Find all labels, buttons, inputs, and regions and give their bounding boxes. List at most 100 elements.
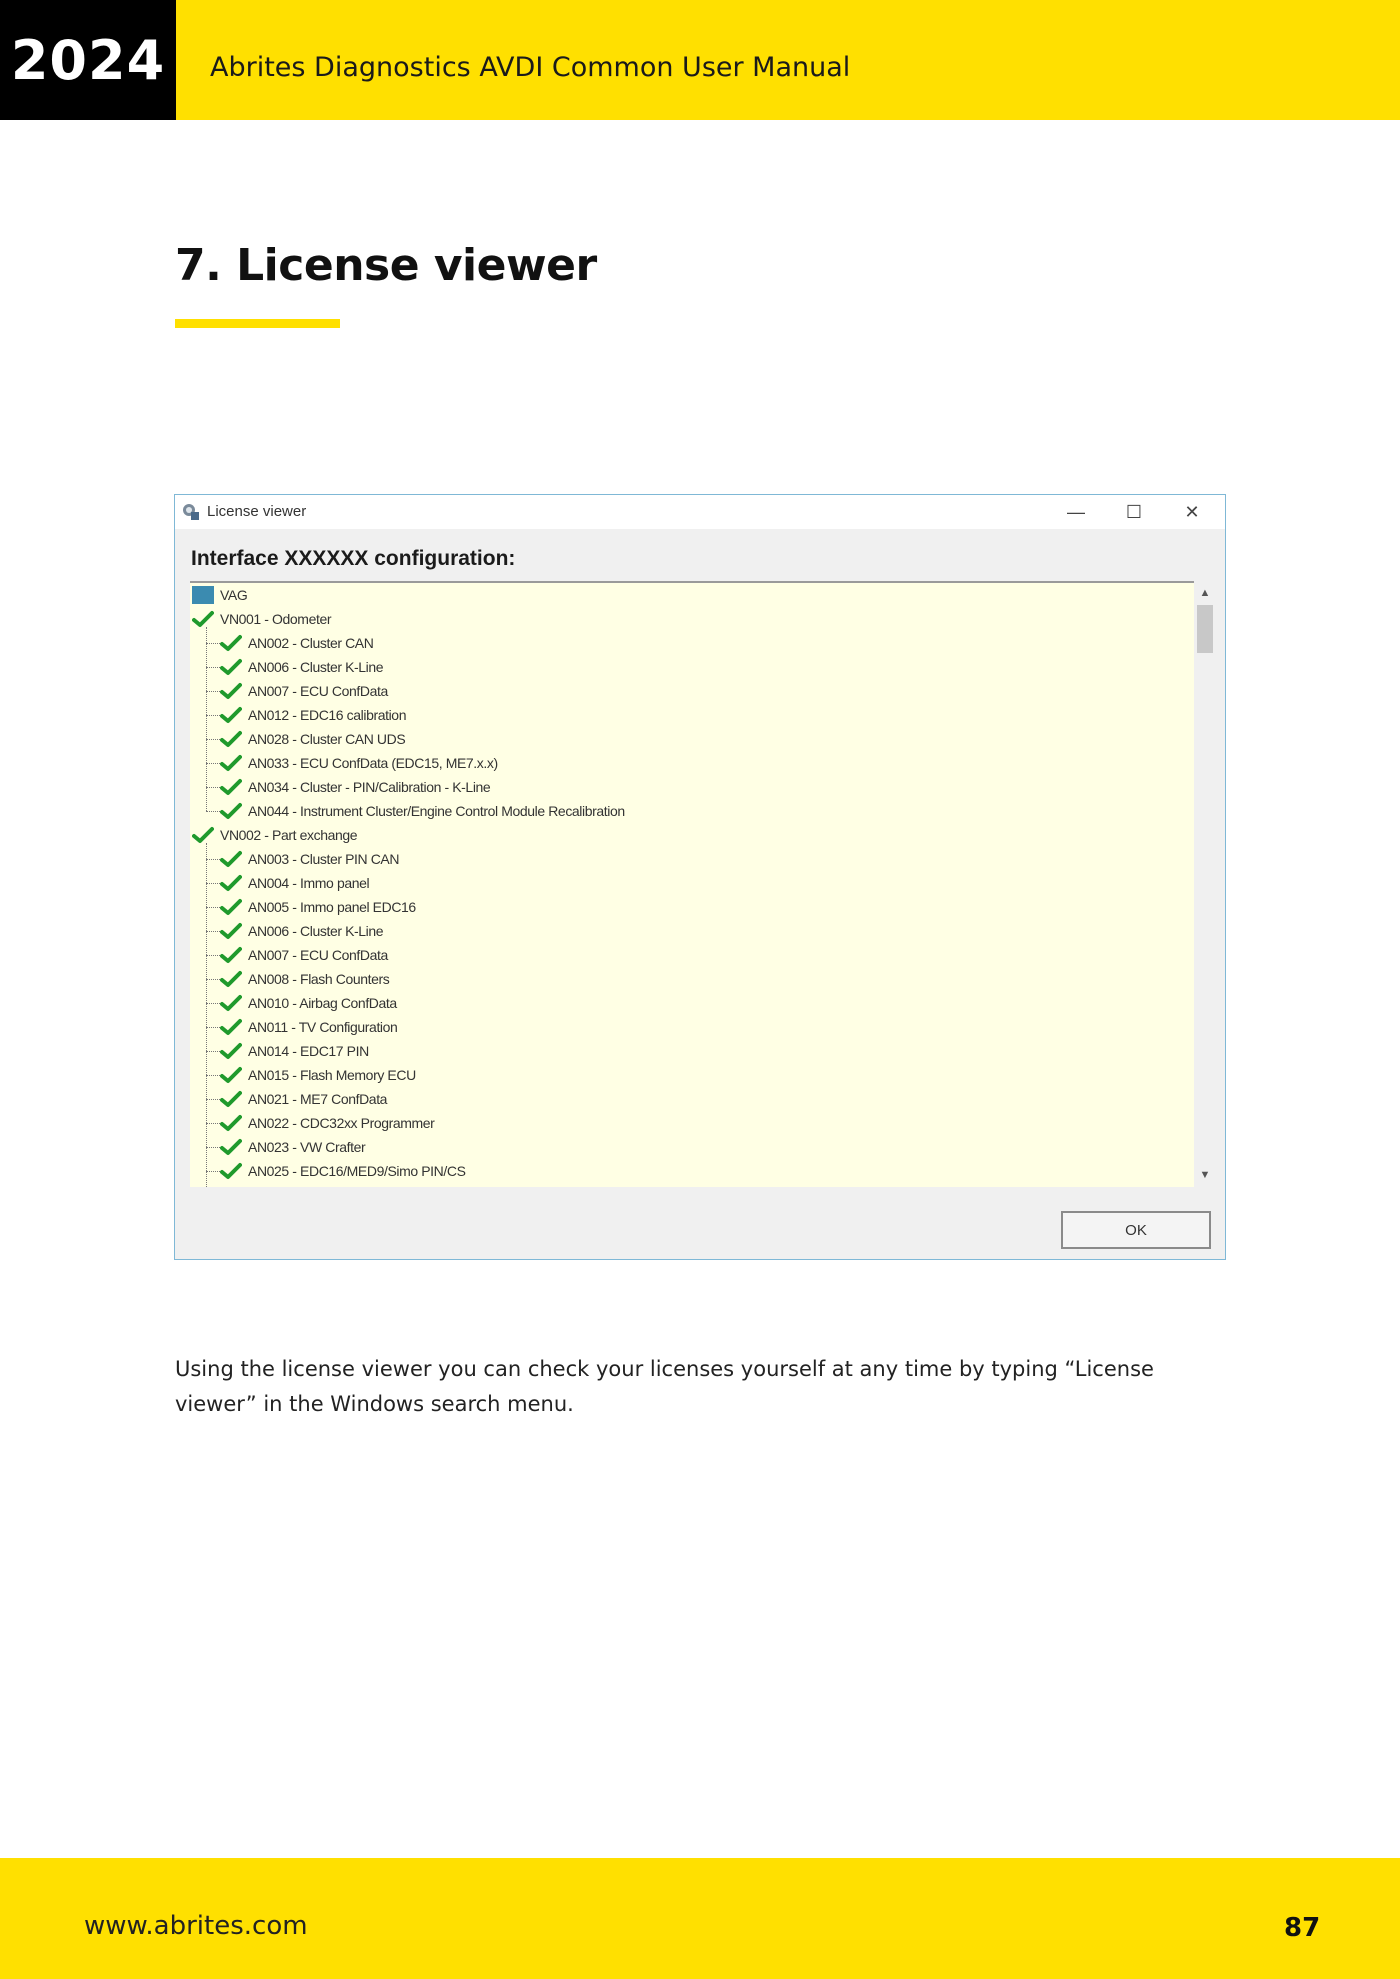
page-header: 2024 Abrites Diagnostics AVDI Common Use… bbox=[0, 0, 1400, 120]
tree-item[interactable]: AN006 - Cluster K-Line bbox=[220, 919, 384, 943]
tree-item[interactable]: AN008 - Flash Counters bbox=[220, 967, 390, 991]
check-icon bbox=[220, 850, 242, 868]
ok-button[interactable]: OK bbox=[1061, 1211, 1211, 1249]
tree-item[interactable]: AN003 - Cluster PIN CAN bbox=[220, 847, 399, 871]
tree-item[interactable]: AN012 - EDC16 calibration bbox=[220, 703, 406, 727]
tree-connector bbox=[206, 1147, 220, 1148]
license-viewer-window: License viewer — ☐ ✕ Interface XXXXXX co… bbox=[174, 494, 1226, 1260]
maximize-button[interactable]: ☐ bbox=[1105, 495, 1163, 529]
check-icon bbox=[220, 874, 242, 892]
tree-item[interactable]: AN011 - TV Configuration bbox=[220, 1015, 398, 1039]
tree-group-item[interactable]: VN002 - Part exchange bbox=[192, 823, 358, 847]
tree-item-label: VN002 - Part exchange bbox=[220, 827, 358, 843]
tree-connector bbox=[206, 1099, 220, 1100]
tree-group-item[interactable]: VN001 - Odometer bbox=[192, 607, 332, 631]
minimize-button[interactable]: — bbox=[1047, 495, 1105, 529]
tree-scrollbar[interactable]: ▲ ▼ bbox=[1194, 581, 1216, 1187]
tree-item[interactable]: AN044 - Instrument Cluster/Engine Contro… bbox=[220, 799, 625, 823]
tree-connector bbox=[206, 1123, 220, 1124]
tree-item-label: AN003 - Cluster PIN CAN bbox=[248, 851, 400, 867]
tree-connector bbox=[206, 1051, 220, 1052]
tree-item-label: AN028 - Cluster CAN UDS bbox=[248, 731, 406, 747]
license-tree[interactable]: VAG VN001 - Odometer AN002 - Cluster CAN AN… bbox=[190, 581, 1194, 1187]
tree-connector bbox=[206, 979, 220, 980]
check-icon bbox=[220, 682, 242, 700]
check-icon bbox=[220, 1114, 242, 1132]
tree-item[interactable]: AN021 - ME7 ConfData bbox=[220, 1087, 387, 1111]
tree-item-label: AN008 - Flash Counters bbox=[248, 971, 390, 987]
check-icon bbox=[220, 1138, 242, 1156]
close-button[interactable]: ✕ bbox=[1163, 495, 1221, 529]
tree-item-label: AN033 - ECU ConfData (EDC15, ME7.x.x) bbox=[248, 755, 498, 771]
check-icon bbox=[220, 754, 242, 772]
tree-item[interactable]: AN033 - ECU ConfData (EDC15, ME7.x.x) bbox=[220, 751, 498, 775]
tree-connector bbox=[206, 883, 220, 884]
tree-item[interactable]: AN007 - ECU ConfData bbox=[220, 679, 388, 703]
check-icon bbox=[220, 1186, 242, 1187]
tree-connector bbox=[206, 1003, 220, 1004]
document-title: Abrites Diagnostics AVDI Common User Man… bbox=[210, 52, 851, 83]
tree-item-label: AN007 - ECU ConfData bbox=[248, 947, 388, 963]
tree-item[interactable]: AN005 - Immo panel EDC16 bbox=[220, 895, 416, 919]
check-icon bbox=[220, 1018, 242, 1036]
check-icon bbox=[220, 1042, 242, 1060]
tree-item[interactable]: AN028 - Cluster CAN UDS bbox=[220, 727, 406, 751]
tree-item[interactable]: AN023 - VW Crafter bbox=[220, 1135, 366, 1159]
tree-item-label: AN004 - Immo panel bbox=[248, 875, 370, 891]
tree-item[interactable]: AN025 - EDC16/MED9/Simo PIN/CS bbox=[220, 1159, 466, 1183]
tree-connector bbox=[206, 907, 220, 908]
footer-url[interactable]: www.abrites.com bbox=[84, 1911, 308, 1941]
check-icon bbox=[220, 970, 242, 988]
tree-item[interactable]: AN004 - Immo panel bbox=[220, 871, 370, 895]
page-number: 87 bbox=[1284, 1913, 1321, 1943]
tree-connector bbox=[206, 843, 207, 1187]
tree-item[interactable]: AN022 - CDC32xx Programmer bbox=[220, 1111, 435, 1135]
check-icon bbox=[220, 706, 242, 724]
check-icon bbox=[220, 898, 242, 916]
tree-item-label: VN001 - Odometer bbox=[220, 611, 332, 627]
scroll-down-icon[interactable]: ▼ bbox=[1194, 1165, 1216, 1185]
tree-group-item[interactable]: VAG bbox=[192, 583, 248, 607]
tree-connector bbox=[206, 691, 220, 692]
tree-item[interactable]: AN029 - IMMO Data Immobilizer/ECU bbox=[220, 1183, 471, 1187]
check-icon bbox=[220, 1066, 242, 1084]
tree-item-label: AN022 - CDC32xx Programmer bbox=[248, 1115, 435, 1131]
license-viewer-app-icon bbox=[183, 504, 199, 520]
tree-item[interactable]: AN014 - EDC17 PIN bbox=[220, 1039, 369, 1063]
section-title: 7. License viewer bbox=[175, 240, 597, 291]
title-underline bbox=[175, 319, 340, 328]
tree-connector bbox=[206, 643, 220, 644]
check-icon bbox=[220, 946, 242, 964]
tree-connector bbox=[206, 955, 220, 956]
check-icon bbox=[220, 802, 242, 820]
tree-item-label: VAG bbox=[220, 587, 248, 603]
vag-icon bbox=[192, 586, 214, 604]
tree-connector bbox=[206, 1171, 220, 1172]
check-icon bbox=[220, 658, 242, 676]
tree-item-label: AN014 - EDC17 PIN bbox=[248, 1043, 369, 1059]
configuration-label: Interface XXXXXX configuration: bbox=[191, 547, 516, 570]
tree-item-label: AN006 - Cluster K-Line bbox=[248, 923, 384, 939]
check-icon bbox=[220, 634, 242, 652]
window-title: License viewer bbox=[207, 503, 307, 520]
tree-connector bbox=[206, 627, 207, 811]
check-icon bbox=[220, 1162, 242, 1180]
tree-connector bbox=[206, 1075, 220, 1076]
window-titlebar[interactable]: License viewer — ☐ ✕ bbox=[175, 495, 1225, 529]
tree-item[interactable]: AN034 - Cluster - PIN/Calibration - K-Li… bbox=[220, 775, 491, 799]
scroll-thumb[interactable] bbox=[1197, 605, 1213, 653]
tree-item-label: AN002 - Cluster CAN bbox=[248, 635, 374, 651]
tree-item-label: AN025 - EDC16/MED9/Simo PIN/CS bbox=[248, 1163, 466, 1179]
tree-item[interactable]: AN002 - Cluster CAN bbox=[220, 631, 374, 655]
check-icon bbox=[192, 826, 214, 844]
check-icon bbox=[220, 1090, 242, 1108]
tree-connector bbox=[206, 1027, 220, 1028]
tree-item[interactable]: AN015 - Flash Memory ECU bbox=[220, 1063, 416, 1087]
page-footer: www.abrites.com 87 bbox=[0, 1858, 1400, 1979]
tree-item[interactable]: AN006 - Cluster K-Line bbox=[220, 655, 384, 679]
tree-item[interactable]: AN010 - Airbag ConfData bbox=[220, 991, 397, 1015]
tree-item[interactable]: AN007 - ECU ConfData bbox=[220, 943, 388, 967]
tree-item-label: AN007 - ECU ConfData bbox=[248, 683, 388, 699]
tree-item-label: AN006 - Cluster K-Line bbox=[248, 659, 384, 675]
scroll-up-icon[interactable]: ▲ bbox=[1194, 583, 1216, 603]
